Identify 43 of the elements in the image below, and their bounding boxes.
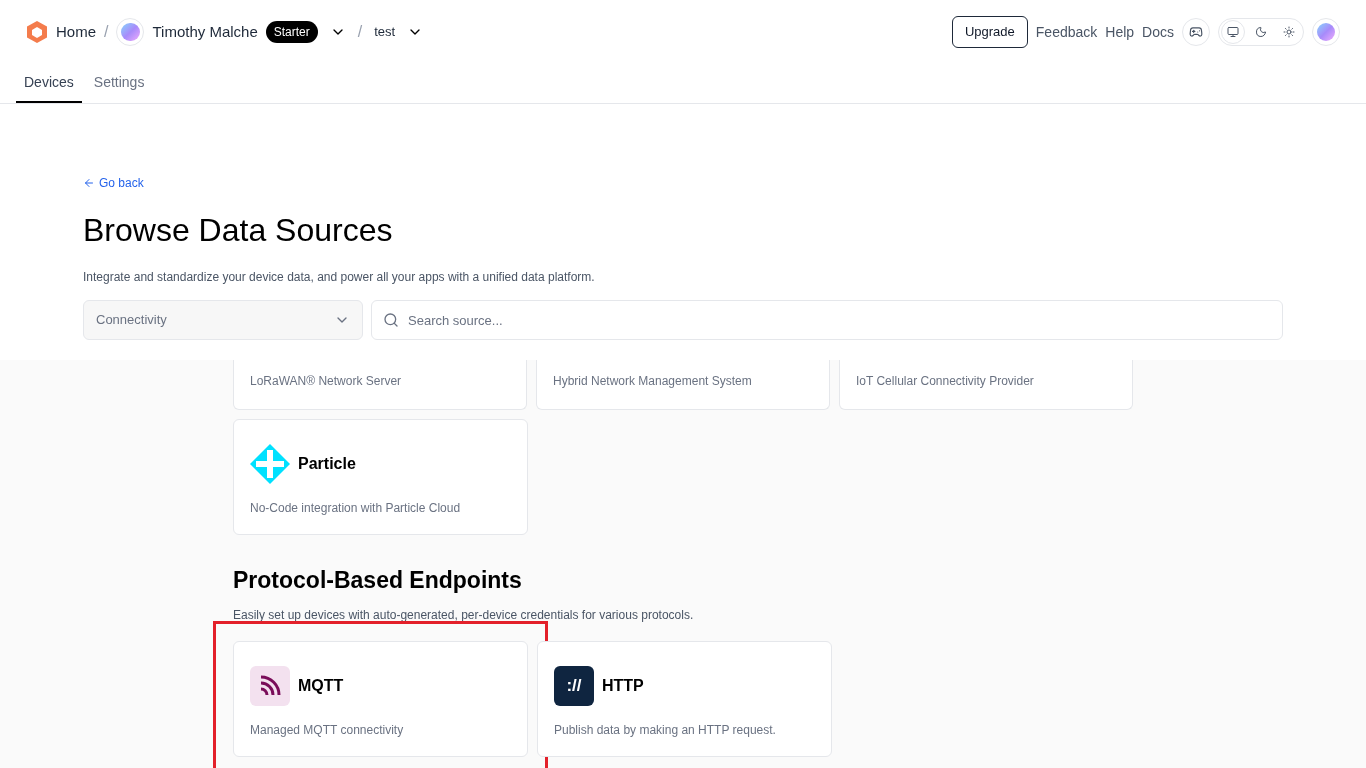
source-name: Particle — [298, 454, 356, 474]
header-link[interactable]: Feedback — [1035, 21, 1098, 43]
source-card[interactable]: Hybrid Network Management System — [536, 360, 830, 410]
plan-badge: Starter — [265, 21, 318, 43]
search-icon — [383, 312, 399, 328]
source-card[interactable]: IoT Cellular Connectivity Provider — [839, 360, 1133, 410]
source-card[interactable]: MQTT Managed MQTT connectivity — [233, 640, 528, 757]
source-description: Managed MQTT connectivity — [250, 721, 405, 739]
source-name: HTTP — [602, 675, 644, 696]
signal-waves-icon — [250, 665, 290, 706]
go-back-link[interactable]: Go back — [83, 174, 144, 192]
protocol-icon: :// — [554, 665, 594, 706]
source-description: Hybrid Network Management System — [553, 374, 752, 388]
section-description: Easily set up devices with auto-generated, per-device credentials for various protocols. — [233, 606, 695, 624]
source-card[interactable]: LoRaWAN® Network Server — [233, 360, 527, 410]
nav-tab[interactable]: Settings — [85, 64, 153, 103]
section-title: Protocol-Based Endpoints — [233, 566, 523, 595]
source-card[interactable]: Particle No-Code integration with Particle Cloud — [233, 419, 528, 535]
avatar-icon — [116, 18, 145, 46]
project-name: test — [374, 23, 396, 42]
source-description: Publish data by making an HTTP request. — [554, 721, 777, 739]
page-subtitle: Integrate and standardize your device data, and power all your apps with a unified data platform. — [83, 269, 596, 286]
source-card[interactable]: :// HTTP Publish data by making an HTTP request. — [537, 640, 832, 757]
breadcrumb-separator: / — [104, 22, 109, 42]
source-description: No-Code integration with Particle Cloud — [250, 500, 462, 517]
home-link[interactable]: Home — [56, 20, 96, 44]
monitor-icon[interactable] — [1221, 20, 1245, 44]
arrow-left-icon — [83, 177, 95, 189]
account-name: Timothy Malche — [152, 21, 258, 42]
source-description: LoRaWAN® Network Server — [250, 374, 402, 388]
nav-tab[interactable]: Devices — [16, 64, 82, 103]
source-name: MQTT — [298, 675, 344, 696]
header-link[interactable]: Help — [1105, 21, 1135, 43]
avatar-icon — [1312, 18, 1340, 46]
category-select[interactable]: Connectivity — [83, 300, 363, 340]
breadcrumb-separator: / — [357, 22, 363, 42]
search-field[interactable]: Search source... — [371, 300, 1283, 340]
source-description: IoT Cellular Connectivity Provider — [856, 374, 1034, 388]
logo-icon[interactable] — [26, 20, 48, 44]
upgrade-button[interactable]: Upgrade — [951, 16, 1028, 48]
header-link[interactable]: Docs — [1142, 21, 1174, 43]
page-title: Browse Data Sources — [83, 211, 394, 250]
particle-logo-icon — [250, 444, 290, 484]
